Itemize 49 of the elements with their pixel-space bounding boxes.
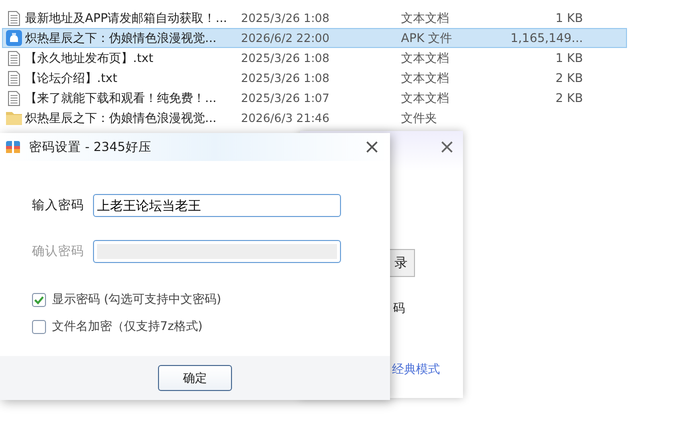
classic-mode-link[interactable]: 经典模式 — [392, 361, 440, 378]
file-row[interactable]: 【论坛介绍】.txt 2025/3/26 1:08 文本文档 2 KB — [2, 68, 627, 88]
file-name: 最新地址及APP请发邮箱自动获取！... — [25, 10, 228, 26]
file-type: 文本文档 — [401, 70, 450, 86]
file-type: APK 文件 — [401, 30, 454, 46]
archive-app-icon — [5, 139, 21, 155]
file-name: 【永久地址发布页】.txt — [25, 50, 154, 66]
document-icon — [8, 10, 20, 26]
file-name: 【来了就能下载和观看！纯免费！... — [25, 90, 218, 106]
close-icon[interactable] — [366, 141, 378, 153]
field-label: 确认密码 — [32, 243, 85, 260]
text-fragment: 码 — [393, 300, 405, 317]
file-type: 文本文档 — [401, 50, 450, 66]
file-row[interactable]: 炽热星辰之下：伪娘情色浪漫视觉... 2026/6/3 21:46 文件夹 — [2, 108, 627, 128]
file-name: 【论坛介绍】.txt — [25, 70, 118, 86]
file-row[interactable]: 炽热星辰之下：伪娘情色浪漫视觉... 2026/6/2 22:00 APK 文件 1,165,149... — [2, 28, 627, 48]
file-size: 1 KB — [554, 51, 583, 65]
file-size: 2 KB — [554, 91, 583, 105]
file-size: 1 KB — [554, 11, 583, 25]
file-row[interactable]: 【来了就能下载和观看！纯免费！... 2025/3/26 1:07 文本文档 2 KB — [2, 88, 627, 108]
checkbox[interactable] — [32, 320, 46, 334]
file-date: 2025/3/26 1:08 — [241, 71, 330, 85]
file-date: 2025/3/26 1:07 — [241, 91, 330, 105]
field-label: 输入密码 — [32, 197, 85, 214]
file-date: 2026/6/2 22:00 — [241, 31, 330, 45]
document-icon — [8, 90, 20, 106]
file-name: 炽热星辰之下：伪娘情色浪漫视觉... — [25, 30, 218, 46]
dialog-title: 密码设置 - 2345好压 — [29, 138, 152, 156]
file-name: 炽热星辰之下：伪娘情色浪漫视觉... — [25, 110, 218, 126]
file-date: 2025/3/26 1:08 — [241, 51, 330, 65]
file-row[interactable]: 最新地址及APP请发邮箱自动获取！... 2025/3/26 1:08 文本文档 1 KB — [2, 8, 627, 28]
file-size: 2 KB — [554, 71, 583, 85]
file-row[interactable]: 【永久地址发布页】.txt 2025/3/26 1:08 文本文档 1 KB — [2, 48, 627, 68]
file-type: 文本文档 — [401, 10, 450, 26]
file-size: 1,165,149... — [509, 31, 583, 45]
folder-icon — [6, 111, 22, 125]
document-icon — [8, 50, 20, 66]
file-type: 文本文档 — [401, 90, 450, 106]
checkbox-label: 文件名加密（仅支持7z格式) — [52, 318, 203, 335]
close-icon[interactable] — [441, 141, 453, 153]
password-field[interactable]: 上老王论坛当老王 — [93, 194, 341, 217]
button-fragment[interactable]: 录 — [388, 249, 415, 277]
file-date: 2025/3/26 1:08 — [241, 11, 330, 25]
ok-button[interactable]: 确定 — [158, 365, 232, 391]
document-icon — [8, 70, 20, 86]
checkbox-label: 显示密码 (勾选可支持中文密码) — [52, 291, 222, 308]
file-type: 文件夹 — [401, 110, 438, 126]
checkbox[interactable] — [32, 292, 46, 306]
file-date: 2026/6/3 21:46 — [241, 111, 330, 125]
